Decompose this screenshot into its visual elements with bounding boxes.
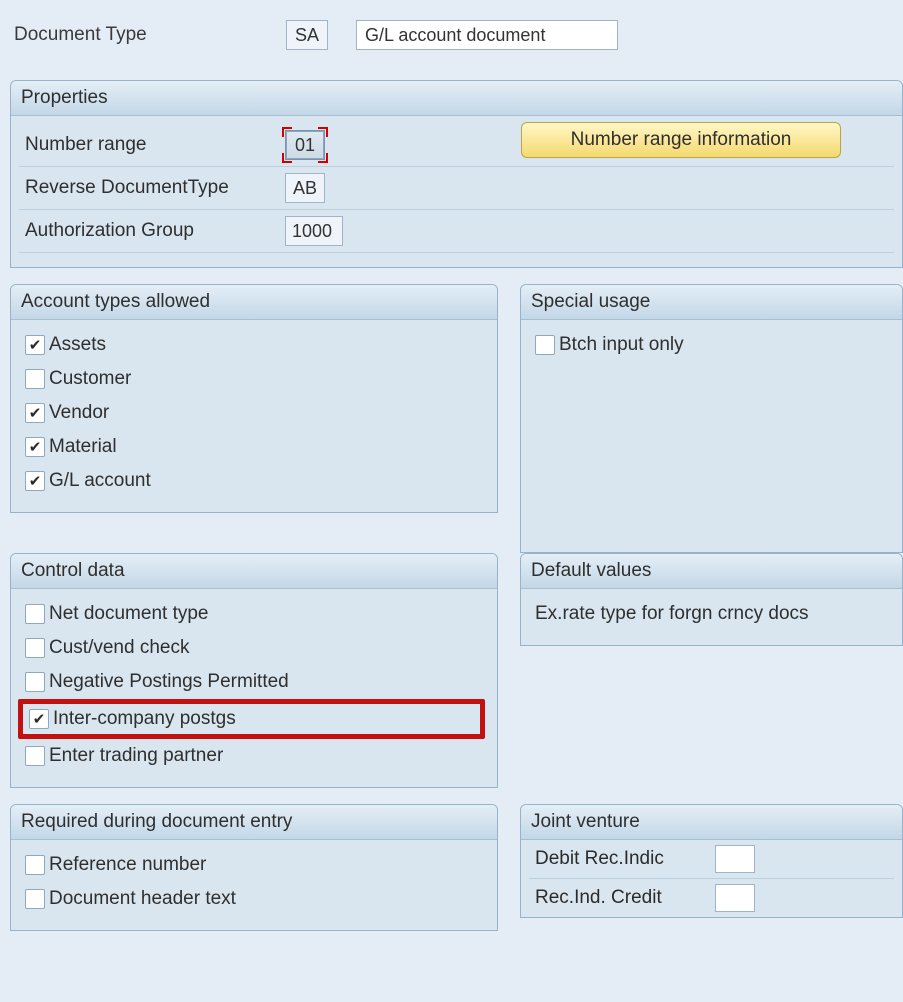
account-types-panel: Account types allowed Assets Customer Ve… [10,284,498,513]
authorization-group-label: Authorization Group [25,220,285,242]
required-entry-title: Required during document entry [11,805,497,840]
rec-ind-credit-label: Rec.Ind. Credit [535,887,715,909]
document-header-text-label: Document header text [49,888,236,910]
special-usage-panel: Special usage Btch input only [520,284,903,553]
document-type-desc-input[interactable] [356,20,618,50]
enter-trading-partner-label: Enter trading partner [49,745,223,767]
customer-checkbox[interactable] [25,369,45,389]
default-values-panel: Default values Ex.rate type for forgn cr… [520,553,903,646]
batch-input-only-checkbox[interactable] [535,335,555,355]
default-values-title: Default values [521,554,902,589]
debit-rec-indic-input[interactable] [715,845,755,873]
required-entry-panel: Required during document entry Reference… [10,804,498,931]
reverse-doc-type-label: Reverse DocumentType [25,177,285,199]
list-item: Btch input only [529,328,894,362]
vendor-checkbox[interactable] [25,403,45,423]
joint-venture-title: Joint venture [521,805,902,840]
document-header-text-checkbox[interactable] [25,889,45,909]
customer-label: Customer [49,368,131,390]
ex-rate-type-label: Ex.rate type for forgn crncy docs [535,603,888,625]
list-item: Reference number [19,848,489,882]
rec-ind-credit-input[interactable] [715,884,755,912]
vendor-label: Vendor [49,402,109,424]
list-item: Negative Postings Permitted [19,665,489,699]
number-range-info-button[interactable]: Number range information [521,122,841,158]
material-checkbox[interactable] [25,437,45,457]
special-usage-title: Special usage [521,285,902,320]
account-types-title: Account types allowed [11,285,497,320]
list-item: Inter-company postgs [23,704,480,734]
assets-checkbox[interactable] [25,335,45,355]
control-data-panel: Control data Net document type Cust/vend… [10,553,498,788]
highlight-box: Inter-company postgs [18,699,485,739]
control-data-title: Control data [11,554,497,589]
reverse-doc-type-input[interactable] [285,173,325,203]
batch-input-only-label: Btch input only [559,334,684,356]
properties-panel: Properties Number range Reverse Document… [10,80,903,268]
list-item: Assets [19,328,489,362]
cust-vend-check-checkbox[interactable] [25,638,45,658]
cust-vend-check-label: Cust/vend check [49,637,189,659]
list-item: Document header text [19,882,489,916]
list-item: Cust/vend check [19,631,489,665]
inter-company-postings-label: Inter-company postgs [53,708,236,730]
list-item: Enter trading partner [19,739,489,773]
inter-company-postings-checkbox[interactable] [29,709,49,729]
reference-number-checkbox[interactable] [25,855,45,875]
enter-trading-partner-checkbox[interactable] [25,746,45,766]
number-range-label: Number range [25,134,285,156]
negative-postings-checkbox[interactable] [25,672,45,692]
negative-postings-label: Negative Postings Permitted [49,671,289,693]
list-item: G/L account [19,464,489,498]
joint-venture-panel: Joint venture Debit Rec.Indic Rec.Ind. C… [520,804,903,918]
list-item: Material [19,430,489,464]
authorization-group-input[interactable] [285,216,343,246]
assets-label: Assets [49,334,106,356]
document-type-label: Document Type [14,24,274,46]
net-doc-type-label: Net document type [49,603,208,625]
list-item: Vendor [19,396,489,430]
list-item: Net document type [19,597,489,631]
list-item: Customer [19,362,489,396]
reference-number-label: Reference number [49,854,206,876]
properties-title: Properties [11,81,902,116]
net-doc-type-checkbox[interactable] [25,604,45,624]
material-label: Material [49,436,117,458]
gl-account-checkbox[interactable] [25,471,45,491]
debit-rec-indic-label: Debit Rec.Indic [535,848,715,870]
document-type-code-input[interactable] [286,20,328,50]
gl-account-label: G/L account [49,470,151,492]
